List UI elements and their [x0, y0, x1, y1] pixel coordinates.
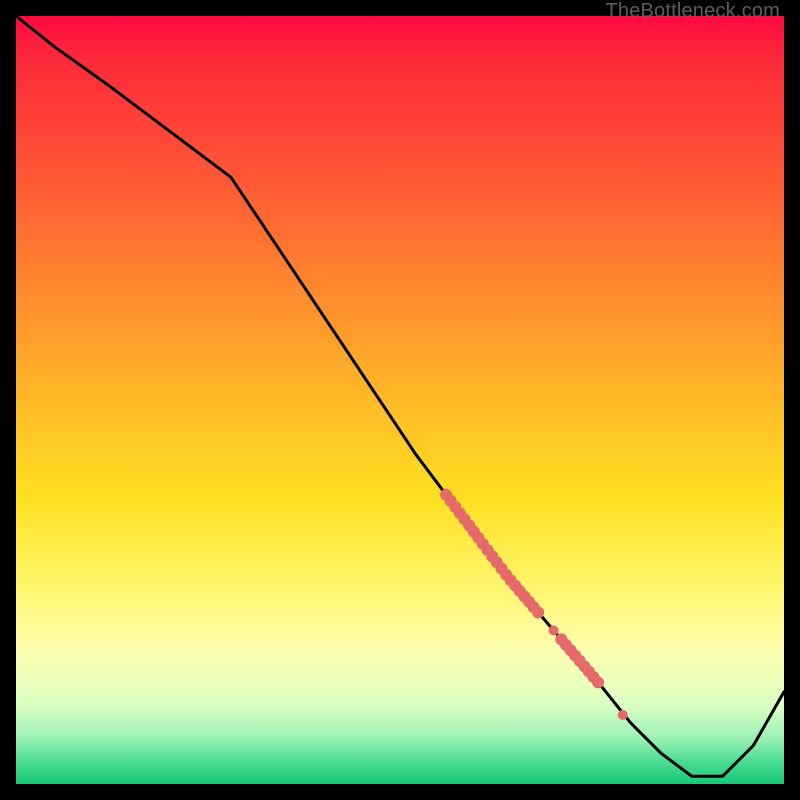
marker-dot	[592, 676, 604, 688]
marker-dot	[532, 607, 544, 619]
chart-frame: TheBottleneck.com	[0, 0, 800, 800]
marker-layer	[440, 489, 628, 720]
series-bottleneck-curve	[16, 16, 784, 776]
marker-dot	[549, 625, 559, 635]
chart-overlay	[16, 16, 784, 784]
plot-area	[16, 16, 784, 784]
curve-path	[16, 16, 784, 776]
watermark-label: TheBottleneck.com	[605, 0, 780, 23]
marker-dot	[618, 710, 628, 720]
